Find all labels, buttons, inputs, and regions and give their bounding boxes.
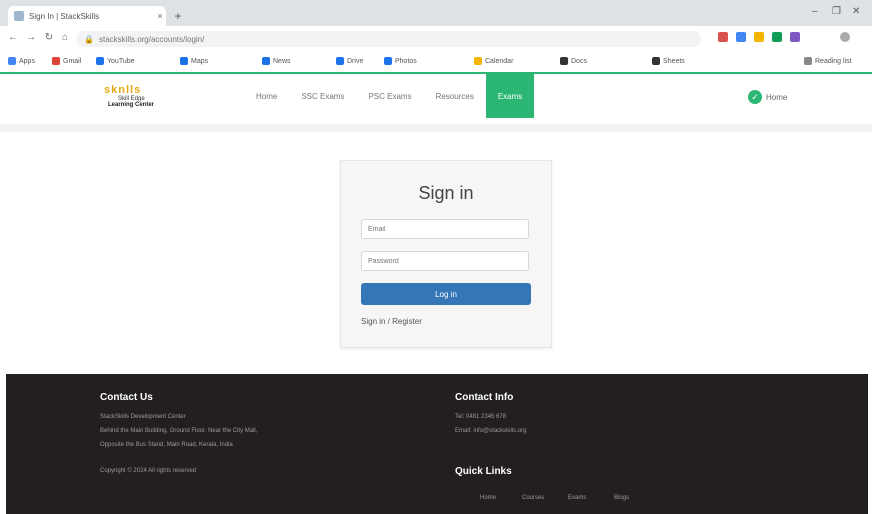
github-icon <box>652 57 660 65</box>
contact-phone: Tel: 0481 2345 678 <box>455 414 507 420</box>
signup-link[interactable]: Sign in / Register <box>361 317 422 326</box>
lock-icon: 🔒 <box>84 34 94 44</box>
extension-icon-4[interactable] <box>772 32 782 42</box>
tab-strip: Sign In | StackSkills × + – ❐ ✕ <box>0 0 872 26</box>
copyright-text: Copyright © 2024 All rights reserved <box>100 468 197 474</box>
contact-email[interactable]: Email: info@stackskills.org <box>455 428 526 434</box>
contact-us-line: StackSkills Development Center <box>100 414 186 420</box>
github-icon <box>560 57 568 65</box>
quick-link-home[interactable]: Home <box>480 495 496 501</box>
quick-link-blogs[interactable]: Blogs <box>614 495 629 501</box>
bookmark-icon <box>336 57 344 65</box>
url-text: stackskills.org/accounts/login/ <box>98 34 205 44</box>
extension-icon-1[interactable] <box>718 32 728 42</box>
other-bookmarks[interactable]: Reading list <box>804 57 852 65</box>
email-input[interactable] <box>361 219 529 239</box>
contact-us-heading: Contact Us <box>100 392 153 403</box>
bookmark-item[interactable]: YouTube <box>96 57 135 65</box>
bookmark-icon <box>96 57 104 65</box>
home-icon[interactable]: ⌂ <box>58 32 72 43</box>
reading-list-icon <box>804 57 812 65</box>
forward-icon[interactable]: → <box>24 32 38 43</box>
bookmark-apps[interactable]: Apps <box>8 57 35 65</box>
bookmark-item[interactable]: Gmail <box>52 57 81 65</box>
bookmark-item[interactable]: Maps <box>180 57 208 65</box>
contact-us-line: Opposite the Bus Stand, Main Road, Keral… <box>100 442 233 448</box>
maximize-icon[interactable]: ❐ <box>832 6 841 17</box>
bookmark-item[interactable]: Docs <box>560 57 587 65</box>
quick-links-heading: Quick Links <box>455 466 512 477</box>
login-button[interactable]: Log in <box>361 283 531 305</box>
minimize-icon[interactable]: – <box>812 6 818 17</box>
nav-ssc-exams[interactable]: SSC Exams <box>289 74 356 118</box>
nav-psc-exams[interactable]: PSC Exams <box>356 74 423 118</box>
reload-icon[interactable]: ↻ <box>42 32 56 43</box>
quick-link-exams[interactable]: Exams <box>568 495 586 501</box>
bookmark-item[interactable]: News <box>262 57 291 65</box>
close-window-icon[interactable]: ✕ <box>852 6 860 17</box>
bookmark-item[interactable]: Calendar <box>474 57 513 65</box>
profile-icon[interactable] <box>840 32 850 42</box>
nav-home[interactable]: Home <box>244 74 289 118</box>
bookmarks-bar: Apps Gmail YouTube Maps News Drive Photo… <box>0 52 872 73</box>
back-icon[interactable]: ← <box>6 32 20 43</box>
password-input[interactable] <box>361 251 529 271</box>
logo-text: sknlls <box>104 84 142 96</box>
header-divider <box>0 124 872 132</box>
bookmark-icon <box>474 57 482 65</box>
bookmark-icon <box>384 57 392 65</box>
contact-info-heading: Contact Info <box>455 392 514 403</box>
user-avatar-icon: ✓ <box>748 90 762 104</box>
nav-resources[interactable]: Resources <box>424 74 486 118</box>
quick-link-courses[interactable]: Courses <box>522 495 544 501</box>
bookmark-item[interactable]: Sheets <box>652 57 685 65</box>
extension-icon-3[interactable] <box>754 32 764 42</box>
logo-tagline: Learning Center <box>108 102 155 108</box>
bookmark-item[interactable]: Drive <box>336 57 363 65</box>
apps-icon <box>8 57 16 65</box>
bookmark-item[interactable]: Photos <box>384 57 417 65</box>
tab-title: Sign In | StackSkills <box>29 11 100 21</box>
extension-icon-5[interactable] <box>790 32 800 42</box>
user-label: Home <box>766 92 788 102</box>
bookmark-icon <box>180 57 188 65</box>
nav-exams[interactable]: Exams <box>485 74 535 118</box>
site-logo[interactable]: sknlls Skill Edge Learning Center <box>104 84 174 118</box>
signin-card: Sign in Log in Sign in / Register <box>340 160 552 348</box>
main-nav: Home SSC Exams PSC Exams Resources Exams <box>244 74 535 118</box>
address-bar[interactable]: 🔒 stackskills.org/accounts/login/ <box>76 31 701 47</box>
extension-icon-2[interactable] <box>736 32 746 42</box>
favicon-icon <box>14 11 24 21</box>
signin-title: Sign in <box>418 183 474 203</box>
new-tab-button[interactable]: + <box>170 8 186 24</box>
bookmark-icon <box>52 57 60 65</box>
close-tab-icon[interactable]: × <box>154 11 166 21</box>
bookmark-icon <box>262 57 270 65</box>
user-menu[interactable]: ✓ Home <box>748 90 787 104</box>
browser-tab[interactable]: Sign In | StackSkills × <box>8 6 166 26</box>
contact-us-line: Behind the Main Building, Ground Floor, … <box>100 428 258 434</box>
